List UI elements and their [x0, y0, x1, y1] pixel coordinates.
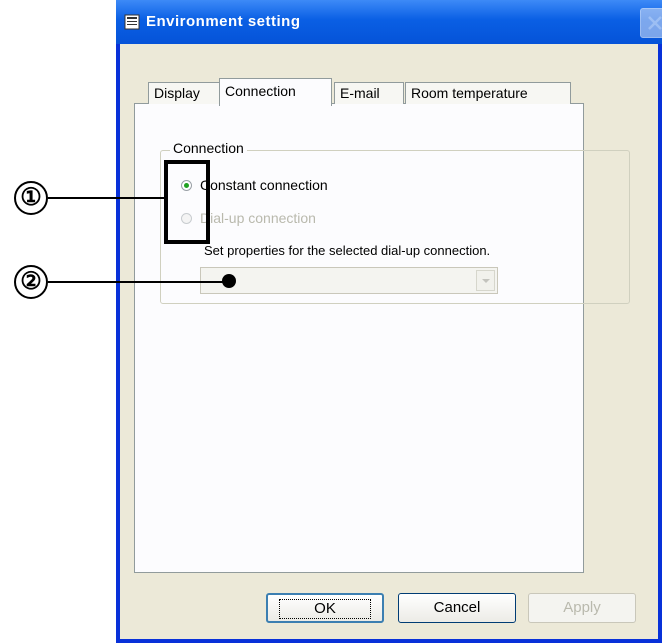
cancel-button[interactable]: Cancel: [398, 593, 516, 623]
connection-group-label: Connection: [170, 140, 247, 156]
callout-2-pointer-dot: [222, 274, 236, 288]
callout-2-leader-line: [48, 281, 228, 283]
window-app-icon: [124, 14, 140, 30]
tab-email[interactable]: E-mail: [334, 82, 404, 104]
close-icon: [648, 16, 662, 30]
ok-button[interactable]: OK: [266, 593, 384, 623]
callout-1-leader-line: [48, 197, 166, 199]
tab-display[interactable]: Display: [148, 82, 220, 104]
title-bar[interactable]: Environment setting: [116, 0, 662, 44]
constant-connection-label[interactable]: Constant connection: [200, 177, 328, 193]
tab-label: Connection: [225, 83, 296, 99]
dialup-connection-combo[interactable]: [200, 267, 498, 294]
tab-room-temperature[interactable]: Room temperature: [405, 82, 571, 104]
chevron-down-icon[interactable]: [476, 270, 495, 291]
callout-1-marker: ①: [14, 181, 48, 215]
tab-connection[interactable]: Connection: [219, 78, 332, 106]
apply-button-label: Apply: [563, 599, 601, 616]
window-title: Environment setting: [146, 13, 301, 30]
close-button[interactable]: [640, 8, 662, 38]
callout-2-marker: ②: [14, 265, 48, 299]
ok-button-label: OK: [279, 599, 371, 619]
dialup-hint-text: Set properties for the selected dial-up …: [204, 243, 491, 258]
apply-button[interactable]: Apply: [528, 593, 636, 623]
tab-label: Room temperature: [411, 85, 528, 101]
highlight-box: [164, 160, 210, 244]
dialup-connection-label[interactable]: Dial-up connection: [200, 210, 316, 226]
cancel-button-label: Cancel: [433, 599, 481, 616]
tab-label: E-mail: [340, 85, 380, 101]
tab-label: Display: [154, 85, 200, 101]
